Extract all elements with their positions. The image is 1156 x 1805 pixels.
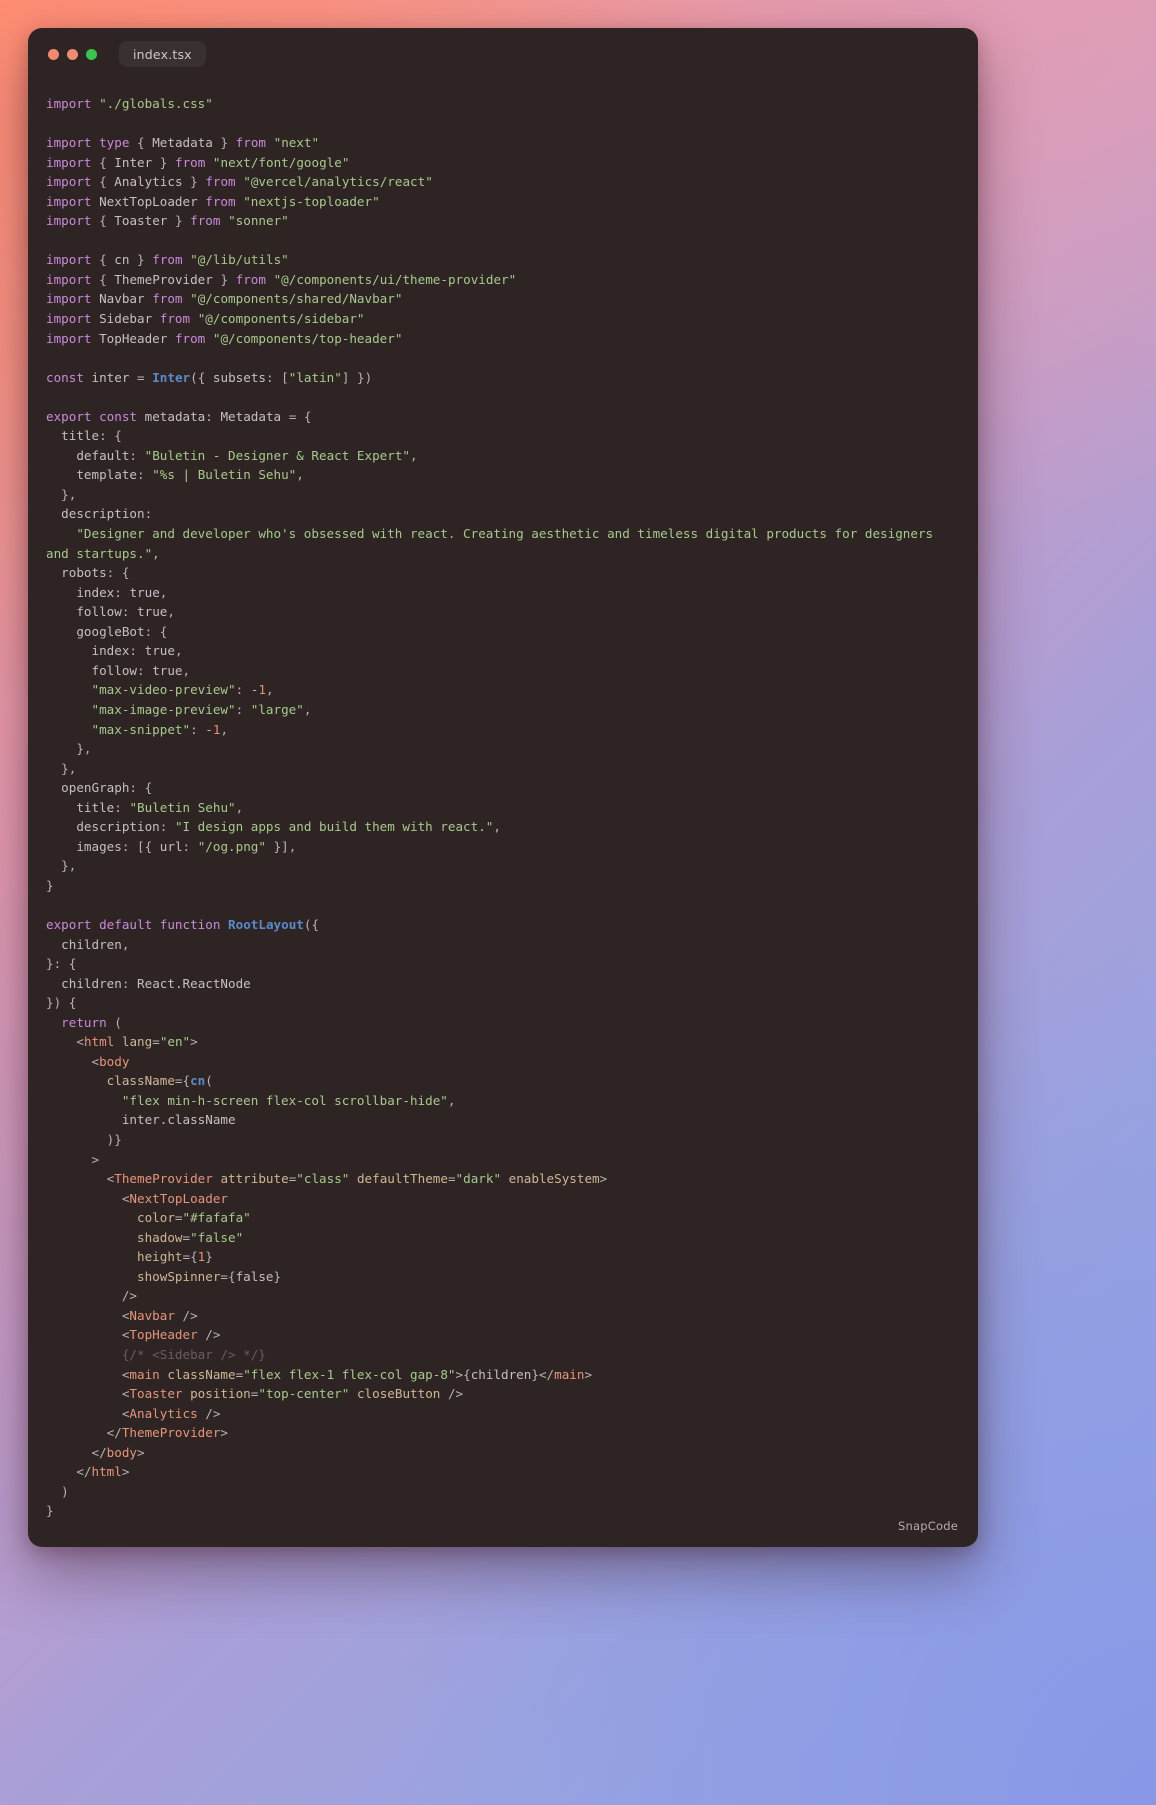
code-line: "Designer and developer who's obsessed w… <box>46 526 941 561</box>
minimize-dot-icon[interactable] <box>67 48 78 60</box>
code-line: shadow="false" <box>137 1229 244 1245</box>
code-line: <NextTopLoader <box>121 1190 228 1206</box>
code-line: <Toaster position="top-center" closeButt… <box>121 1386 464 1402</box>
code-line: <main className="flex flex-1 flex-col ga… <box>121 1366 593 1382</box>
code-line: description: <box>61 506 153 522</box>
code-line: index: true, <box>91 643 183 659</box>
code-line: children: React.ReactNode <box>61 975 251 991</box>
code-line: return ( <box>61 1014 122 1030</box>
code-line: }: { <box>46 956 77 972</box>
code-line: showSpinner={false} <box>137 1268 282 1284</box>
code-line: template: "%s | Buletin Sehu", <box>76 467 304 483</box>
code-line: > <box>91 1151 100 1167</box>
code-line: "flex min-h-screen flex-col scrollbar-hi… <box>121 1092 456 1108</box>
file-tab[interactable]: index.tsx <box>119 41 206 67</box>
code-line: index: true, <box>76 584 168 600</box>
code-line: import { Toaster } from "sonner" <box>46 213 289 229</box>
code-line: )} <box>106 1131 122 1147</box>
code-line: export const metadata: Metadata = { <box>46 408 312 424</box>
code-line: import Navbar from "@/components/shared/… <box>46 291 403 307</box>
code-line: } <box>46 1503 54 1519</box>
code-editor-content: import "./globals.css" import type { Met… <box>28 80 978 1521</box>
code-line: openGraph: { <box>61 780 153 796</box>
code-line: import "./globals.css" <box>46 96 213 111</box>
traffic-lights <box>48 48 97 60</box>
code-line: }, <box>76 741 92 757</box>
code-line: className={cn( <box>106 1073 213 1089</box>
code-line: "max-snippet": -1, <box>91 721 229 737</box>
code-line: <html lang="en"> <box>76 1034 198 1050</box>
code-line: images: [{ url: "/og.png" }], <box>76 838 297 854</box>
code-line: </body> <box>91 1444 145 1460</box>
code-line: import Sidebar from "@/components/sideba… <box>46 311 365 327</box>
code-line: googleBot: { <box>76 623 168 639</box>
code-line: }) { <box>46 995 77 1011</box>
code-line: title: "Buletin Sehu", <box>76 799 244 815</box>
window-titlebar: index.tsx <box>28 28 978 80</box>
code-line: const inter = Inter({ subsets: ["latin"]… <box>46 369 373 385</box>
code-line: /> <box>121 1288 137 1304</box>
code-line: import { Analytics } from "@vercel/analy… <box>46 174 433 190</box>
code-line: children, <box>61 936 130 952</box>
code-line: import { cn } from "@/lib/utils" <box>46 252 289 268</box>
code-line: export default function RootLayout({ <box>46 916 320 932</box>
code-line: </ThemeProvider> <box>106 1425 229 1441</box>
code-line: <TopHeader /> <box>121 1327 221 1343</box>
code-line: default: "Buletin - Designer & React Exp… <box>76 447 418 463</box>
code-line: }, <box>61 486 77 502</box>
code-line: height={1} <box>137 1249 213 1265</box>
code-line: import NextTopLoader from "nextjs-toploa… <box>46 193 380 209</box>
code-line: description: "I design apps and build th… <box>76 819 501 835</box>
code-line: } <box>46 877 54 893</box>
code-line: import { ThemeProvider } from "@/compone… <box>46 271 517 287</box>
code-line: import TopHeader from "@/components/top-… <box>46 330 403 346</box>
code-line: import type { Metadata } from "next" <box>46 135 320 151</box>
code-line: robots: { <box>61 565 130 581</box>
code-line: color="#fafafa" <box>137 1210 251 1226</box>
code-line: </html> <box>76 1464 130 1480</box>
code-line: "max-video-preview": -1, <box>91 682 274 698</box>
watermark-label: SnapCode <box>898 1519 958 1533</box>
code-line: <body <box>91 1053 130 1069</box>
code-line: follow: true, <box>91 662 191 678</box>
code-line: <ThemeProvider attribute="class" default… <box>106 1171 608 1187</box>
code-line: ) <box>61 1483 69 1499</box>
code-line: import { Inter } from "next/font/google" <box>46 154 350 170</box>
code-line: <Analytics /> <box>121 1405 221 1421</box>
code-line: title: { <box>61 428 122 444</box>
close-dot-icon[interactable] <box>48 48 59 60</box>
code-line: "max-image-preview": "large", <box>91 701 312 717</box>
code-window: index.tsx import "./globals.css" import … <box>28 28 978 1547</box>
code-line: <Navbar /> <box>121 1307 198 1323</box>
code-line: }, <box>61 858 77 874</box>
file-tab-label: index.tsx <box>133 46 192 62</box>
code-line: {/* <Sidebar /> */} <box>121 1347 266 1362</box>
code-line: }, <box>61 760 77 776</box>
code-line: inter.className <box>121 1112 236 1128</box>
code-line: follow: true, <box>76 604 175 620</box>
maximize-dot-icon[interactable] <box>86 48 97 60</box>
